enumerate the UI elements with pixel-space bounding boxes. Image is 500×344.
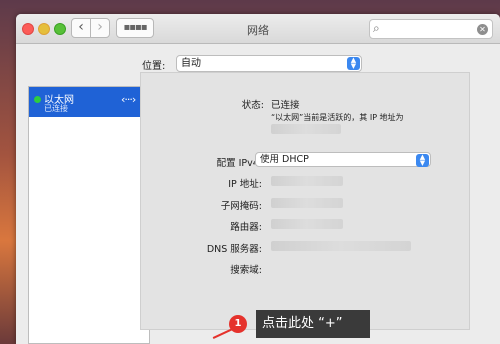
search-field[interactable]: ⌕ ✕: [369, 19, 493, 39]
annotation-tooltip: 点击此处 “+”: [256, 310, 370, 338]
title-bar: ‹ › ▪▪▪▪ 网络 ⌕ ✕: [16, 14, 500, 44]
service-list[interactable]: 以太网 已连接 ‹···›: [28, 86, 150, 344]
search-domains-label: 搜索域:: [230, 265, 262, 276]
service-item-ethernet[interactable]: 以太网 已连接 ‹···›: [29, 87, 149, 117]
configure-ipv4-select[interactable]: 使用 DHCP ▲ ▼: [255, 152, 431, 167]
location-select[interactable]: 自动 ▲ ▼: [176, 55, 362, 72]
search-icon: ⌕: [373, 21, 380, 35]
configure-ipv4-value: 使用 DHCP: [260, 154, 309, 165]
dns-server-redacted: [271, 241, 411, 251]
chevron-updown-icon: ▲ ▼: [347, 57, 360, 70]
subnet-mask-redacted: [271, 198, 343, 208]
ethernet-icon: ‹···›: [121, 93, 136, 106]
location-value: 自动: [181, 58, 201, 69]
ip-address-label: IP 地址:: [228, 179, 262, 190]
subnet-mask-label: 子网掩码:: [220, 201, 262, 212]
status-dot-icon: [34, 96, 41, 103]
status-label: 状态:: [241, 100, 264, 111]
location-label: 位置:: [142, 61, 166, 72]
annotation-badge: 1: [229, 315, 247, 333]
status-value: 已连接: [271, 100, 300, 111]
clear-icon[interactable]: ✕: [477, 24, 488, 35]
router-label: 路由器:: [230, 222, 262, 233]
router-redacted: [271, 219, 343, 229]
status-note: “以太网”当前是活跃的，其 IP 地址为: [271, 113, 404, 122]
chevron-updown-icon: ▲ ▼: [416, 154, 429, 167]
service-status: 已连接: [44, 104, 68, 113]
ip-redacted: [271, 124, 341, 134]
ip-address-redacted: [271, 176, 343, 186]
dns-server-label: DNS 服务器:: [206, 244, 262, 255]
